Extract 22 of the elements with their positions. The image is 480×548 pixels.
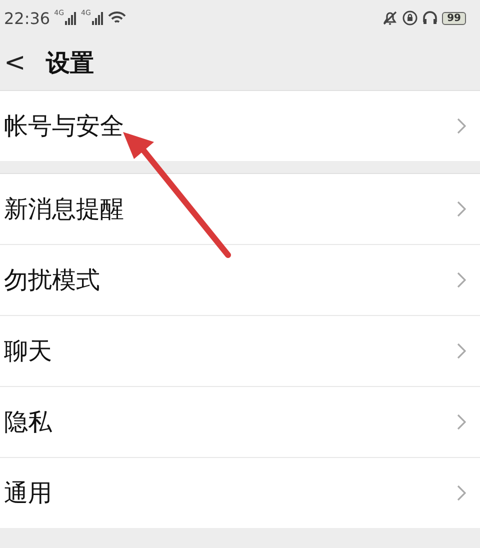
chevron-right-icon xyxy=(457,272,466,288)
settings-item[interactable]: 通用 xyxy=(0,457,480,528)
settings-item[interactable]: 帐号与安全 xyxy=(0,91,480,161)
signal-icon xyxy=(65,11,77,25)
settings-item[interactable]: 隐私 xyxy=(0,386,480,457)
wifi-icon xyxy=(108,11,126,25)
chevron-right-icon xyxy=(457,485,466,501)
bell-off-icon xyxy=(382,10,398,26)
back-button[interactable]: < xyxy=(0,48,30,78)
settings-item[interactable]: 勿扰模式 xyxy=(0,244,480,315)
headphones-icon xyxy=(422,10,438,26)
chevron-right-icon xyxy=(457,201,466,217)
settings-item[interactable]: 聊天 xyxy=(0,315,480,386)
signal-icon xyxy=(92,11,104,25)
battery-level: 99 xyxy=(442,12,466,24)
status-time: 22:36 xyxy=(4,8,50,28)
chevron-right-icon xyxy=(457,118,466,134)
lock-icon xyxy=(402,10,418,26)
chevron-right-icon xyxy=(457,343,466,359)
page-title: 设置 xyxy=(46,48,94,79)
chevron-right-icon xyxy=(457,414,466,430)
settings-item[interactable]: 新消息提醒 xyxy=(0,174,480,244)
